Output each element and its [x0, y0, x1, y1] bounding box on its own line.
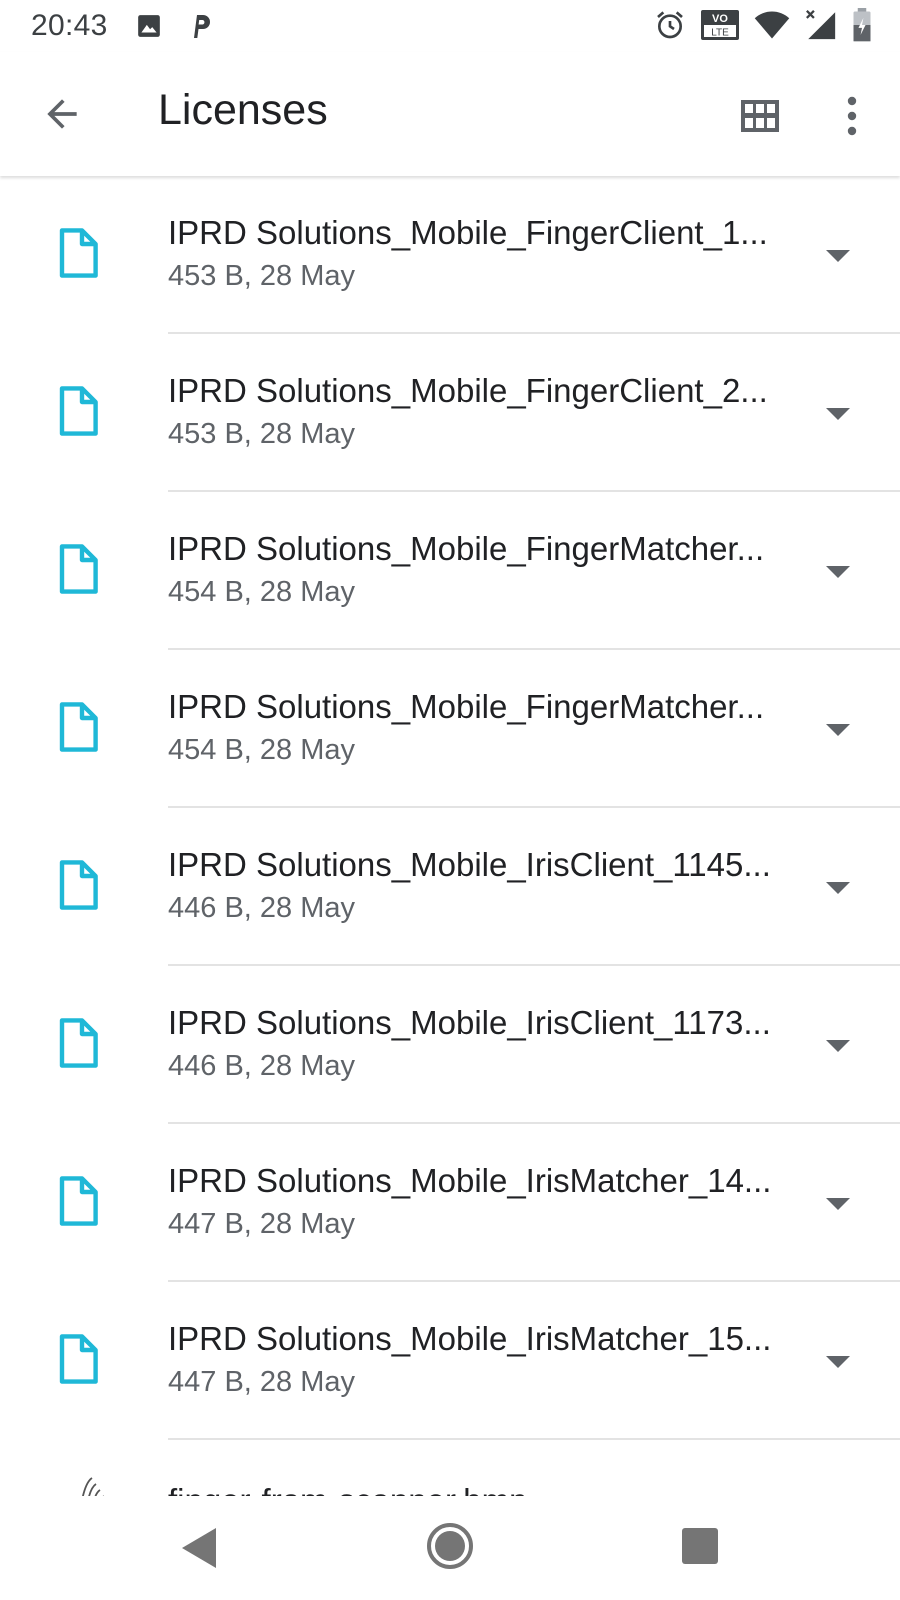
file-icon — [59, 228, 98, 278]
file-meta: 454 B, 28 May — [168, 576, 355, 608]
file-icon — [59, 860, 98, 910]
file-meta: 453 B, 28 May — [168, 418, 355, 450]
signal-icon — [804, 8, 838, 47]
nav-back-icon[interactable] — [176, 1524, 224, 1572]
file-name: finger-from-scanner.bmp — [168, 1482, 527, 1496]
arrow-drop-down-icon — [826, 566, 850, 578]
grid-view-button[interactable] — [728, 84, 792, 148]
navigation-bar — [0, 1496, 900, 1600]
file-meta: 447 B, 28 May — [168, 1366, 355, 1398]
arrow-drop-down-icon — [826, 1356, 850, 1368]
file-row[interactable]: IPRD Solutions_Mobile_IrisMatcher_15... … — [0, 1282, 900, 1440]
file-meta: 446 B, 28 May — [168, 1050, 355, 1082]
status-right-icons: VO LTE — [654, 8, 872, 47]
status-left-icons — [136, 12, 212, 45]
arrow-back-icon — [47, 99, 77, 129]
arrow-drop-down-icon — [826, 1040, 850, 1052]
file-icon — [59, 1334, 98, 1384]
file-icon — [59, 702, 98, 752]
file-meta: 446 B, 28 May — [168, 892, 355, 924]
file-row[interactable]: IPRD Solutions_Mobile_IrisClient_1173...… — [0, 966, 900, 1124]
expand-button[interactable] — [806, 856, 870, 920]
file-icon — [59, 1018, 98, 1068]
expand-button[interactable] — [806, 382, 870, 446]
expand-button[interactable] — [806, 1014, 870, 1078]
file-row-partial[interactable]: finger-from-scanner.bmp — [0, 1440, 900, 1496]
image-icon — [136, 13, 162, 44]
file-name: IPRD Solutions_Mobile_IrisClient_1173... — [168, 1004, 771, 1041]
volte-top-text: VO — [712, 13, 728, 25]
arrow-drop-down-icon — [826, 250, 850, 262]
nav-home-icon[interactable] — [426, 1522, 474, 1570]
expand-button[interactable] — [806, 698, 870, 762]
app-bar: Licenses — [0, 52, 900, 176]
arrow-drop-down-icon — [826, 724, 850, 736]
file-name: IPRD Solutions_Mobile_FingerMatcher... — [168, 530, 765, 567]
file-name: IPRD Solutions_Mobile_FingerMatcher... — [168, 688, 765, 725]
file-icon — [59, 544, 98, 594]
battery-icon — [852, 8, 872, 47]
page-title: Licenses — [158, 86, 328, 134]
file-meta: 447 B, 28 May — [168, 1208, 355, 1240]
expand-button[interactable] — [806, 1172, 870, 1236]
nav-recents-icon[interactable] — [680, 1526, 720, 1566]
expand-button[interactable] — [806, 1330, 870, 1394]
volte-bottom-text: LTE — [711, 28, 729, 39]
alarm-icon — [654, 9, 686, 46]
file-row[interactable]: IPRD Solutions_Mobile_FingerClient_1... … — [0, 176, 900, 334]
more-options-button[interactable] — [820, 84, 884, 148]
arrow-drop-down-icon — [826, 408, 850, 420]
fingerprint-thumbnail — [82, 1477, 104, 1496]
more-vert-icon — [847, 96, 857, 136]
status-bar: 20:43 VO LTE — [0, 0, 900, 52]
file-list[interactable]: IPRD Solutions_Mobile_FingerClient_1... … — [0, 176, 900, 1496]
file-row[interactable]: IPRD Solutions_Mobile_FingerClient_2... … — [0, 334, 900, 492]
file-name: IPRD Solutions_Mobile_IrisMatcher_14... — [168, 1162, 772, 1199]
file-icon — [59, 386, 98, 436]
file-name: IPRD Solutions_Mobile_FingerClient_1... — [168, 214, 768, 251]
file-name: IPRD Solutions_Mobile_FingerClient_2... — [168, 372, 768, 409]
parking-icon — [188, 12, 212, 45]
file-name: IPRD Solutions_Mobile_IrisClient_1145... — [168, 846, 771, 883]
file-name: IPRD Solutions_Mobile_IrisMatcher_15... — [168, 1320, 772, 1357]
expand-button[interactable] — [806, 224, 870, 288]
back-button[interactable] — [30, 82, 94, 146]
file-meta: 453 B, 28 May — [168, 260, 355, 292]
volte-icon: VO LTE — [700, 9, 740, 46]
expand-button[interactable] — [806, 540, 870, 604]
file-row[interactable]: IPRD Solutions_Mobile_FingerMatcher... 4… — [0, 650, 900, 808]
wifi-icon — [754, 10, 790, 45]
status-time: 20:43 — [31, 9, 108, 42]
file-row[interactable]: IPRD Solutions_Mobile_IrisMatcher_14... … — [0, 1124, 900, 1282]
file-icon — [59, 1176, 98, 1226]
arrow-drop-down-icon — [826, 1198, 850, 1210]
arrow-drop-down-icon — [826, 882, 850, 894]
grid-view-icon — [741, 100, 779, 132]
file-row[interactable]: IPRD Solutions_Mobile_FingerMatcher... 4… — [0, 492, 900, 650]
file-meta: 454 B, 28 May — [168, 734, 355, 766]
file-row[interactable]: IPRD Solutions_Mobile_IrisClient_1145...… — [0, 808, 900, 966]
